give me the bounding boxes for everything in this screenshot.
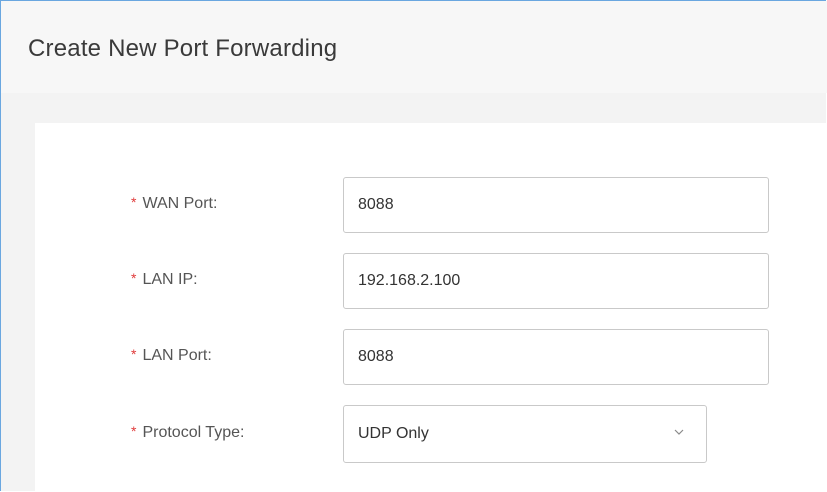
lan-port-row: * LAN Port: 8088 bbox=[35, 329, 827, 385]
lan-ip-label-text: LAN IP: bbox=[142, 271, 198, 288]
protocol-type-label: * Protocol Type: bbox=[131, 423, 245, 442]
protocol-type-row: * Protocol Type: UDP Only bbox=[35, 405, 827, 463]
lan-port-value: 8088 bbox=[358, 348, 394, 365]
wan-port-row: * WAN Port: 8088 bbox=[35, 177, 827, 233]
lan-ip-row: * LAN IP: 192.168.2.100 bbox=[35, 253, 827, 309]
required-marker: * bbox=[131, 346, 137, 362]
lan-port-label-text: LAN Port: bbox=[142, 347, 212, 364]
lan-ip-label: * LAN IP: bbox=[131, 270, 198, 289]
protocol-type-label-text: Protocol Type: bbox=[142, 424, 245, 441]
dialog-header: Create New Port Forwarding bbox=[1, 1, 827, 93]
required-marker: * bbox=[131, 194, 137, 210]
wan-port-value: 8088 bbox=[358, 196, 394, 213]
lan-ip-value: 192.168.2.100 bbox=[358, 272, 461, 289]
required-marker: * bbox=[131, 423, 137, 439]
lan-port-label: * LAN Port: bbox=[131, 346, 212, 365]
protocol-type-value: UDP Only bbox=[358, 425, 429, 442]
chevron-down-icon[interactable] bbox=[674, 427, 684, 437]
protocol-type-select[interactable]: UDP Only bbox=[343, 405, 707, 463]
dialog-title: Create New Port Forwarding bbox=[28, 35, 338, 62]
wan-port-input[interactable]: 8088 bbox=[343, 177, 769, 233]
lan-ip-input[interactable]: 192.168.2.100 bbox=[343, 253, 769, 309]
dialog-frame: Create New Port Forwarding * WAN Port: 80… bbox=[0, 0, 827, 492]
required-marker: * bbox=[131, 270, 137, 286]
port-forwarding-form: * WAN Port: 8088 * LAN IP: 192.168.2.100 *… bbox=[35, 123, 827, 492]
wan-port-label-text: WAN Port: bbox=[142, 195, 218, 212]
wan-port-label: * WAN Port: bbox=[131, 194, 218, 213]
lan-port-input[interactable]: 8088 bbox=[343, 329, 769, 385]
